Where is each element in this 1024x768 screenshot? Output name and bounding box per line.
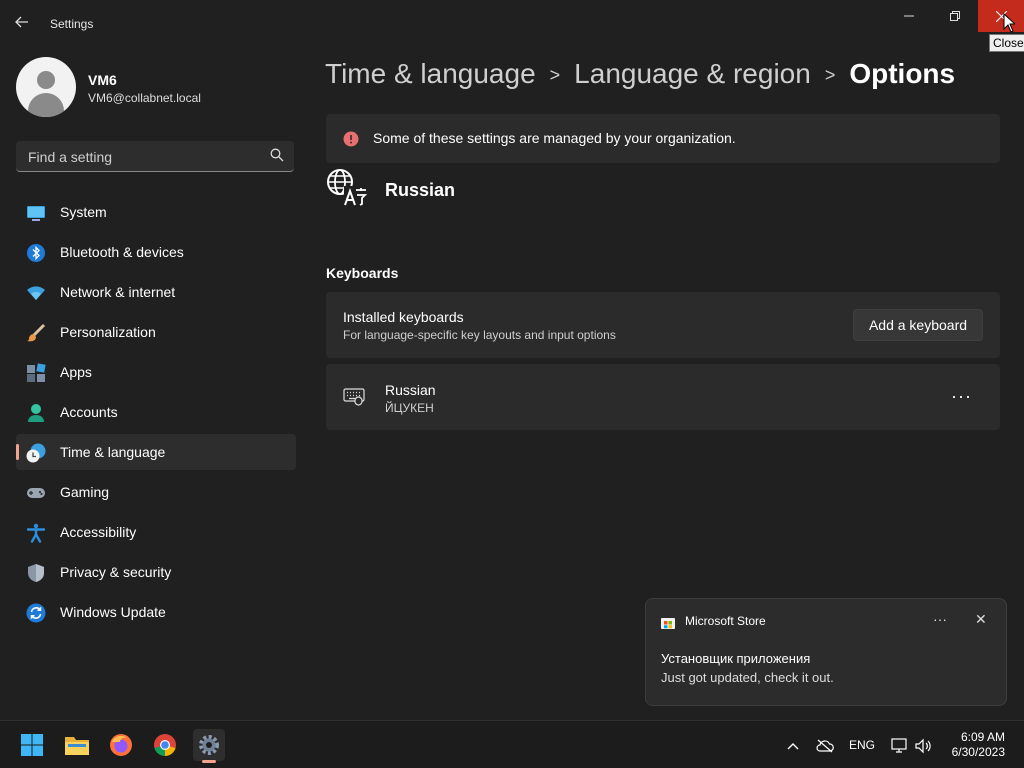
input-language-indicator[interactable]: ENG [849, 738, 875, 752]
sidebar-item-label: Network & internet [60, 284, 176, 300]
installed-keyboards-card: Installed keyboards For language-specifi… [326, 292, 1000, 358]
start-button[interactable] [16, 729, 48, 761]
sidebar-item-gaming[interactable]: Gaming [16, 474, 296, 510]
sidebar-item-privacy[interactable]: Privacy & security [16, 554, 296, 590]
user-email: VM6@collabnet.local [88, 91, 201, 105]
restore-button[interactable] [932, 0, 978, 32]
more-options-button[interactable]: ··· [951, 386, 972, 407]
network-icon[interactable] [891, 737, 909, 755]
keyboard-layout: ЙЦУКЕН [385, 401, 434, 415]
minimize-button[interactable] [886, 0, 932, 32]
accounts-icon [26, 403, 46, 423]
start-icon [21, 734, 43, 756]
card-title: Installed keyboards [343, 309, 464, 325]
sidebar-item-label: Personalization [60, 324, 156, 340]
managed-banner: Some of these settings are managed by yo… [326, 114, 1000, 163]
sidebar-item-accounts[interactable]: Accounts [16, 394, 296, 430]
page-title: Options [849, 58, 956, 89]
sidebar-item-personalization[interactable]: Personalization [16, 314, 296, 350]
toast-title: Установщик приложения [661, 651, 811, 666]
info-warning-icon [343, 131, 359, 152]
language-icon [326, 168, 368, 213]
mouse-cursor-icon [1003, 13, 1015, 33]
search-icon[interactable] [270, 148, 284, 167]
sidebar-item-label: Privacy & security [60, 564, 172, 580]
taskbar-file-explorer[interactable] [61, 729, 93, 761]
gamepad-icon [26, 483, 46, 503]
breadcrumb-language-region[interactable]: Language & region [574, 58, 811, 89]
sidebar-item-label: Windows Update [60, 604, 166, 620]
taskbar-chrome[interactable] [149, 729, 181, 761]
clock-date: 6/30/2023 [951, 745, 1005, 759]
app-title: Settings [50, 17, 94, 31]
brush-icon [26, 323, 46, 343]
banner-text: Some of these settings are managed by yo… [373, 130, 736, 146]
breadcrumb: Time & language > Language & region > Option… [325, 58, 955, 90]
sidebar-item-windows-update[interactable]: Windows Update [16, 594, 296, 630]
accessibility-icon [26, 523, 46, 543]
section-title-keyboards: Keyboards [326, 265, 399, 281]
bluetooth-icon [26, 243, 46, 263]
system-icon [26, 203, 46, 223]
toast-close-button[interactable]: ✕ [975, 611, 987, 628]
update-icon [26, 603, 46, 623]
apps-icon [26, 363, 46, 383]
microsoft-store-icon [661, 615, 675, 634]
sidebar-nav: System Bluetooth & devices Network & int… [16, 194, 296, 634]
firefox-icon [110, 734, 132, 756]
sidebar-item-time-language[interactable]: Time & language [16, 434, 296, 470]
minimize-icon [904, 15, 914, 17]
avatar[interactable] [16, 57, 76, 117]
breadcrumb-time-language[interactable]: Time & language [325, 58, 536, 89]
search-box[interactable] [16, 141, 294, 172]
toast-notification[interactable]: Microsoft Store ··· ✕ Установщик приложе… [645, 598, 1007, 706]
sidebar-item-system[interactable]: System [16, 194, 296, 230]
taskbar: ENG 6:09 AM 6/30/2023 [0, 720, 1024, 768]
search-input[interactable] [26, 147, 260, 167]
volume-icon[interactable] [914, 737, 932, 755]
user-name: VM6 [88, 72, 117, 88]
back-arrow-icon[interactable] [14, 14, 34, 34]
onedrive-icon[interactable] [816, 737, 834, 755]
toast-body: Just got updated, check it out. [661, 670, 834, 685]
clock[interactable]: 6:09 AM 6/30/2023 [952, 730, 1005, 760]
chevron-right-icon: > [824, 65, 836, 86]
card-subtitle: For language-specific key layouts and in… [343, 328, 616, 342]
keyboard-list-item[interactable]: Russian ЙЦУКЕН ··· [326, 364, 1000, 430]
clock-time: 6:09 AM [960, 730, 1005, 744]
keyboard-icon [343, 386, 365, 411]
close-button[interactable] [978, 0, 1024, 32]
sidebar-item-label: Apps [60, 364, 92, 380]
time-language-icon [26, 443, 46, 463]
sidebar-item-label: Gaming [60, 484, 110, 500]
language-name: Russian [385, 180, 456, 200]
sidebar-item-apps[interactable]: Apps [16, 354, 296, 390]
sidebar-item-label: Accounts [60, 404, 118, 420]
title-bar: Settings Close [0, 0, 1024, 52]
taskbar-firefox[interactable] [105, 729, 137, 761]
taskbar-settings[interactable] [193, 729, 225, 763]
close-tooltip: Close [989, 34, 1024, 52]
sidebar-item-accessibility[interactable]: Accessibility [16, 514, 296, 550]
shield-icon [26, 563, 46, 583]
settings-icon [199, 735, 219, 755]
chevron-up-icon[interactable] [784, 737, 802, 755]
sidebar-item-label: System [60, 204, 107, 220]
toast-more-button[interactable]: ··· [933, 611, 947, 627]
restore-icon [950, 11, 960, 21]
sidebar-item-network[interactable]: Network & internet [16, 274, 296, 310]
sidebar-item-label: Time & language [60, 444, 166, 460]
toast-app-name: Microsoft Store [685, 614, 766, 628]
sidebar-item-label: Bluetooth & devices [60, 244, 184, 260]
add-keyboard-button[interactable]: Add a keyboard [853, 309, 983, 341]
chevron-right-icon: > [549, 65, 561, 86]
keyboard-name: Russian [385, 382, 436, 398]
sidebar-item-bluetooth[interactable]: Bluetooth & devices [16, 234, 296, 270]
file-explorer-icon [65, 737, 89, 755]
wifi-icon [26, 283, 46, 303]
sidebar-item-label: Accessibility [60, 524, 137, 540]
chrome-icon [154, 734, 176, 756]
